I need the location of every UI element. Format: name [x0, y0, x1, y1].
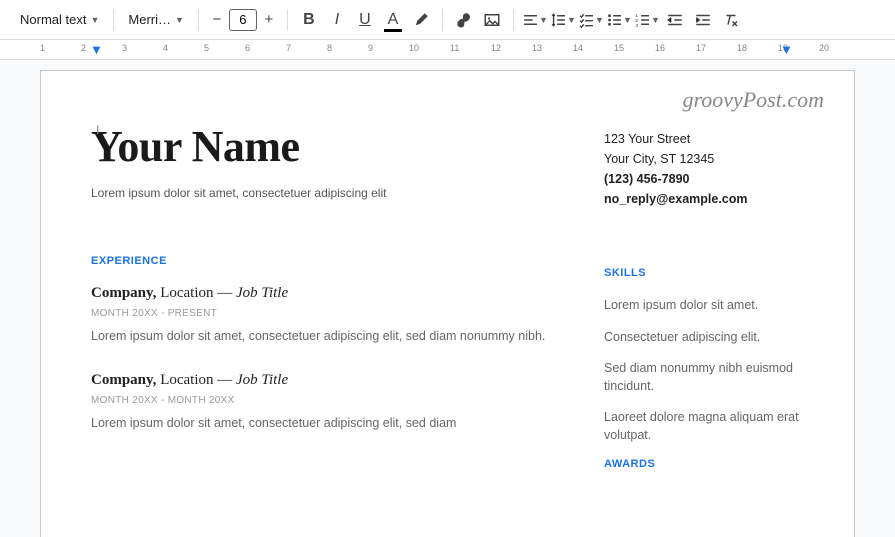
clear-formatting-button[interactable] [718, 7, 744, 33]
skill-item: Lorem ipsum dolor sit amet. [604, 297, 804, 315]
separator [113, 9, 114, 31]
ruler-tick: 8 [327, 43, 332, 53]
ruler-tick: 20 [819, 43, 829, 53]
increase-indent-button[interactable] [690, 7, 716, 33]
awards-heading: AWARDS [604, 458, 804, 470]
job-title-line: Company, Location — Job Title [91, 285, 554, 302]
text-color-button[interactable]: A [380, 7, 406, 33]
ruler-tick: 12 [491, 43, 501, 53]
skill-item: Consectetuer adipiscing elit. [604, 329, 804, 347]
chevron-down-icon: ▼ [90, 15, 99, 25]
contact-email: no_reply@example.com [604, 189, 804, 209]
contact-city: Your City, ST 12345 [604, 149, 804, 169]
italic-button[interactable]: I [324, 7, 350, 33]
separator [287, 9, 288, 31]
skills-heading: SKILLS [604, 267, 804, 279]
ruler-tick: 10 [409, 43, 419, 53]
resume-tagline: Lorem ipsum dolor sit amet, consectetuer… [91, 186, 554, 200]
decrease-indent-button[interactable] [662, 7, 688, 33]
watermark-text: groovyPost.com [682, 87, 824, 113]
style-label: Normal text [20, 12, 86, 27]
ruler-tick: 11 [450, 43, 459, 53]
chevron-down-icon: ▼ [651, 15, 660, 25]
job-title-line: Company, Location — Job Title [91, 372, 554, 389]
separator [198, 9, 199, 31]
insert-link-button[interactable] [451, 7, 477, 33]
chevron-down-icon: ▼ [539, 15, 548, 25]
chevron-down-icon: ▼ [623, 15, 632, 25]
font-size-input[interactable] [229, 9, 257, 31]
font-size-group: − + [207, 9, 279, 31]
numbered-list-icon: 123 [634, 11, 651, 29]
skill-item: Sed diam nonummy nibh euismod tincidunt. [604, 360, 804, 395]
ruler-tick: 2 [81, 43, 86, 53]
contact-street: 123 Your Street [604, 129, 804, 149]
chevron-down-icon: ▼ [175, 15, 184, 25]
highlight-button[interactable] [408, 7, 434, 33]
clear-format-icon [722, 11, 740, 29]
ruler-tick: 4 [163, 43, 168, 53]
separator [442, 9, 443, 31]
chevron-down-icon: ▼ [595, 15, 604, 25]
document-canvas: groovyPost.com I Your Name Lorem ipsum d… [0, 60, 895, 537]
right-indent-marker[interactable]: ▼ [780, 42, 793, 57]
cursor-indicator: I [96, 123, 99, 137]
decrease-font-button[interactable]: − [207, 9, 227, 31]
insert-image-button[interactable] [479, 7, 505, 33]
chevron-down-icon: ▼ [567, 15, 576, 25]
job-date: MONTH 20XX - PRESENT [91, 308, 554, 319]
increase-font-button[interactable]: + [259, 9, 279, 31]
ruler-tick: 6 [245, 43, 250, 53]
paragraph-style-select[interactable]: Normal text ▼ [14, 8, 105, 31]
checklist-button[interactable]: ▼ [578, 7, 604, 33]
indent-decrease-icon [666, 11, 684, 29]
line-spacing-button[interactable]: ▼ [550, 7, 576, 33]
contact-block: 123 Your Street Your City, ST 12345 (123… [604, 129, 804, 209]
highlighter-icon [412, 11, 430, 29]
numbered-list-button[interactable]: 123 ▼ [634, 7, 660, 33]
ruler-tick: 18 [737, 43, 747, 53]
document-page[interactable]: groovyPost.com I Your Name Lorem ipsum d… [40, 70, 855, 537]
job-description: Lorem ipsum dolor sit amet, consectetuer… [91, 327, 554, 346]
left-column: Your Name Lorem ipsum dolor sit amet, co… [91, 121, 554, 488]
svg-text:3: 3 [635, 23, 638, 29]
right-column: 123 Your Street Your City, ST 12345 (123… [604, 121, 804, 488]
line-spacing-icon [550, 11, 567, 29]
bullet-list-icon [606, 11, 623, 29]
ruler-tick: 13 [532, 43, 542, 53]
ruler-tick: 5 [204, 43, 209, 53]
ruler-tick: 17 [696, 43, 706, 53]
align-left-icon [522, 11, 539, 29]
ruler-tick: 1 [40, 43, 45, 53]
checklist-icon [578, 11, 595, 29]
resume-layout: Your Name Lorem ipsum dolor sit amet, co… [91, 121, 804, 488]
job-entry: Company, Location — Job Title MONTH 20XX … [91, 372, 554, 433]
indent-increase-icon [694, 11, 712, 29]
experience-heading: EXPERIENCE [91, 255, 554, 267]
contact-phone: (123) 456-7890 [604, 169, 804, 189]
link-icon [455, 11, 473, 29]
ruler-tick: 9 [368, 43, 373, 53]
horizontal-ruler[interactable]: 1234567891011121314151617181920 ▼ ▼ [0, 40, 895, 60]
left-indent-marker[interactable]: ▼ [90, 42, 103, 57]
job-entry: Company, Location — Job Title MONTH 20XX … [91, 285, 554, 346]
font-label: Merri… [128, 12, 171, 27]
resume-name: Your Name [91, 121, 554, 172]
ruler-tick: 16 [655, 43, 665, 53]
bullet-list-button[interactable]: ▼ [606, 7, 632, 33]
bold-button[interactable]: B [296, 7, 322, 33]
ruler-tick: 7 [286, 43, 291, 53]
ruler-tick: 3 [122, 43, 127, 53]
ruler-tick: 14 [573, 43, 583, 53]
underline-button[interactable]: U [352, 7, 378, 33]
font-family-select[interactable]: Merri… ▼ [122, 8, 190, 31]
job-description: Lorem ipsum dolor sit amet, consectetuer… [91, 414, 554, 433]
ruler-tick: 15 [614, 43, 624, 53]
align-button[interactable]: ▼ [522, 7, 548, 33]
image-icon [483, 11, 501, 29]
job-date: MONTH 20XX - MONTH 20XX [91, 395, 554, 406]
separator [513, 9, 514, 31]
skill-item: Laoreet dolore magna aliquam erat volutp… [604, 409, 804, 444]
formatting-toolbar: Normal text ▼ Merri… ▼ − + B I U A ▼ ▼ ▼… [0, 0, 895, 40]
